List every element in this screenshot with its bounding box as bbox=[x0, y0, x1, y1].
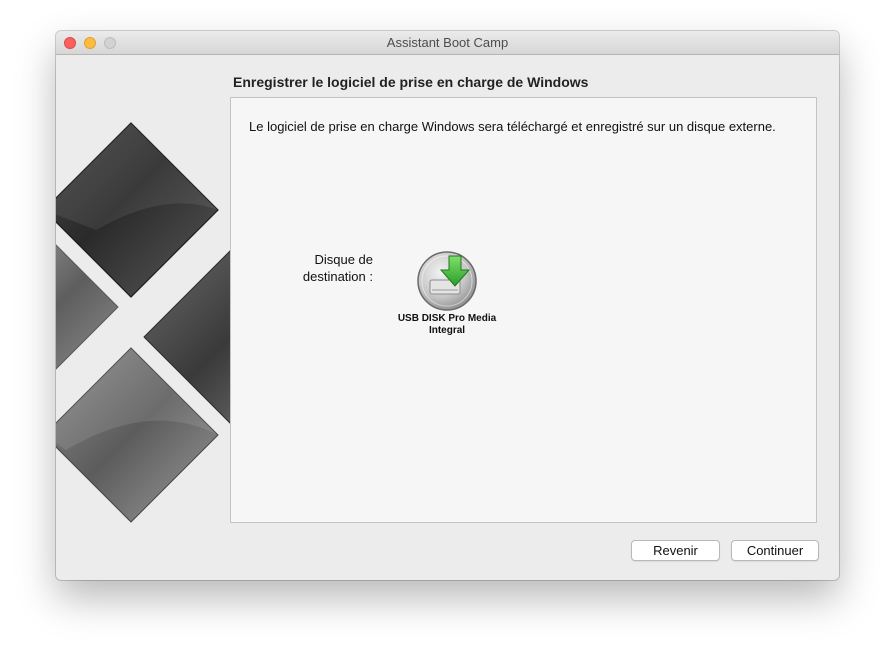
back-button[interactable]: Revenir bbox=[631, 540, 720, 561]
destination-disk-name: USB DISK Pro Media Integral bbox=[397, 313, 497, 336]
page-title: Enregistrer le logiciel de prise en char… bbox=[233, 74, 589, 90]
content-panel: Le logiciel de prise en charge Windows s… bbox=[230, 97, 817, 523]
boot-camp-window: Assistant Boot Camp Enregistrer le logic… bbox=[56, 31, 839, 580]
usb-disk-download-icon bbox=[417, 251, 477, 311]
window-title: Assistant Boot Camp bbox=[386, 35, 509, 50]
destination-disk[interactable]: USB DISK Pro Media Integral bbox=[391, 250, 503, 337]
destination-disk-label: Disque de destination : bbox=[293, 251, 373, 285]
continue-button[interactable]: Continuer bbox=[731, 540, 819, 561]
title-bar[interactable]: Assistant Boot Camp bbox=[56, 31, 839, 55]
description-text: Le logiciel de prise en charge Windows s… bbox=[249, 119, 776, 134]
destination-disk-label-text: Disque de destination : bbox=[302, 252, 373, 284]
